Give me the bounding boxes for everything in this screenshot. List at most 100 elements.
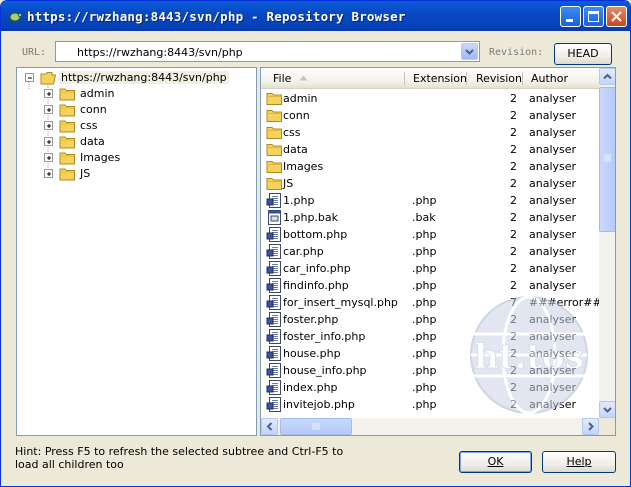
file-row[interactable]: house_info.php .php 2 analyser <box>261 362 601 379</box>
tree-expand-toggle[interactable] <box>44 105 53 114</box>
folder-icon <box>59 104 75 117</box>
tree-node-label[interactable]: css <box>80 119 98 132</box>
file-name[interactable]: Images <box>283 160 323 173</box>
file-row[interactable]: car.php .php 2 analyser <box>261 243 601 260</box>
file-name[interactable]: bottom.php <box>283 228 347 241</box>
file-row[interactable]: house.php .php 2 analyser <box>261 345 601 362</box>
tree-node-label[interactable]: Images <box>80 151 120 164</box>
sort-ascending-icon <box>299 75 308 81</box>
tree-expand-toggle[interactable] <box>44 137 53 146</box>
file-row[interactable]: index.php .php 2 analyser <box>261 379 601 396</box>
tree-node-label[interactable]: conn <box>80 103 107 116</box>
column-header-file[interactable]: File <box>261 68 405 89</box>
file-row[interactable]: Images 2 analyser <box>261 158 601 175</box>
file-revision: 7 <box>510 296 517 309</box>
file-row[interactable]: car_info.php .php 2 analyser <box>261 260 601 277</box>
file-row[interactable]: css 2 analyser <box>261 124 601 141</box>
chevron-down-icon <box>603 407 612 413</box>
tree-expand-toggle[interactable] <box>44 89 53 98</box>
scroll-left-button[interactable] <box>261 418 278 435</box>
scroll-down-button[interactable] <box>599 401 615 418</box>
revision-head-button[interactable]: HEAD <box>554 43 612 65</box>
horizontal-scroll-thumb[interactable] <box>280 418 352 435</box>
title-bar[interactable]: https://rwzhang:8443/svn/php - Repositor… <box>1 1 630 31</box>
file-extension: .bak <box>412 211 436 224</box>
plus-icon <box>47 172 51 176</box>
file-row[interactable]: foster_info.php .php 2 analyser <box>261 328 601 345</box>
file-name[interactable]: invitejob.php <box>283 398 355 411</box>
file-row[interactable]: findinfo.php .php 2 analyser <box>261 277 601 294</box>
php-file-icon <box>266 244 281 259</box>
file-row[interactable]: admin 2 analyser <box>261 90 601 107</box>
file-row[interactable]: JS 2 analyser <box>261 175 601 192</box>
file-row[interactable]: foster.php .php 2 analyser <box>261 311 601 328</box>
file-row[interactable]: 1.php .php 2 analyser <box>261 192 601 209</box>
tree-node-label[interactable]: JS <box>80 167 90 180</box>
file-name[interactable]: 1.php <box>283 194 314 207</box>
vertical-scrollbar[interactable] <box>599 68 615 418</box>
tree-expand-toggle[interactable] <box>44 169 53 178</box>
scroll-right-button[interactable] <box>582 418 599 435</box>
close-window-button[interactable] <box>606 6 627 27</box>
window-title: https://rwzhang:8443/svn/php - Repositor… <box>27 9 406 24</box>
file-row[interactable]: conn 2 analyser <box>261 107 601 124</box>
grip-icon <box>312 423 320 430</box>
url-dropdown-button[interactable] <box>461 43 478 60</box>
column-header-extension[interactable]: Extension <box>405 68 467 89</box>
folder-icon <box>59 136 75 149</box>
file-extension: .php <box>412 296 437 309</box>
file-name[interactable]: JS <box>283 177 293 190</box>
file-row[interactable]: for_insert_mysql.php .php 7 ###error### <box>261 294 611 311</box>
php-file-icon <box>266 380 281 395</box>
maximize-button[interactable] <box>583 6 604 27</box>
file-name[interactable]: admin <box>283 92 317 105</box>
file-row[interactable]: invitejob.php .php 2 analyser <box>261 396 601 413</box>
file-name[interactable]: foster_info.php <box>283 330 365 343</box>
file-name[interactable]: house_info.php <box>283 364 367 377</box>
maximize-icon <box>588 11 599 22</box>
file-author: analyser <box>529 245 577 258</box>
tree-root-label[interactable]: https://rwzhang:8443/svn/php <box>59 71 229 84</box>
tree-node-label[interactable]: data <box>80 135 105 148</box>
file-name[interactable]: for_insert_mysql.php <box>283 296 398 309</box>
minimize-button[interactable] <box>560 6 581 27</box>
file-row[interactable]: data 2 analyser <box>261 141 601 158</box>
file-list[interactable]: File Extension Revision Author admin 2 ana… <box>260 67 616 436</box>
file-revision: 2 <box>510 92 517 105</box>
file-name[interactable]: foster.php <box>283 313 338 326</box>
vertical-scroll-thumb[interactable] <box>599 87 615 232</box>
url-value[interactable]: https://rwzhang:8443/svn/php <box>77 46 243 59</box>
url-combobox[interactable]: https://rwzhang:8443/svn/php <box>55 41 480 62</box>
file-name[interactable]: css <box>283 126 301 139</box>
tree-expand-toggle[interactable] <box>44 153 53 162</box>
horizontal-scrollbar[interactable] <box>261 418 599 435</box>
column-header-author[interactable]: Author <box>523 68 599 89</box>
file-author: analyser <box>529 398 577 411</box>
repository-tree[interactable]: https://rwzhang:8443/svn/php admin conn cs… <box>16 67 257 436</box>
file-name[interactable]: index.php <box>283 381 338 394</box>
plus-icon <box>47 92 51 96</box>
file-name[interactable]: data <box>283 143 308 156</box>
column-header-revision[interactable]: Revision <box>467 68 523 89</box>
url-label: URL: <box>22 47 47 58</box>
folder-icon <box>266 127 282 139</box>
file-row[interactable]: 1.php.bak .bak 2 analyser <box>261 209 601 226</box>
file-extension: .php <box>412 228 437 241</box>
tree-expand-toggle[interactable] <box>44 121 53 130</box>
file-author: analyser <box>529 228 577 241</box>
file-row[interactable]: bottom.php .php 2 analyser <box>261 226 601 243</box>
scroll-up-button[interactable] <box>599 68 615 85</box>
file-revision: 2 <box>510 160 517 173</box>
file-name[interactable]: house.php <box>283 347 341 360</box>
file-name[interactable]: findinfo.php <box>283 279 349 292</box>
file-name[interactable]: car_info.php <box>283 262 351 275</box>
tree-collapse-toggle[interactable] <box>25 73 34 82</box>
file-name[interactable]: 1.php.bak <box>283 211 338 224</box>
help-button[interactable]: Help <box>542 451 616 473</box>
php-file-icon <box>266 193 281 208</box>
file-name[interactable]: conn <box>283 109 310 122</box>
chevron-left-icon <box>266 422 273 431</box>
tree-node-label[interactable]: admin <box>80 87 114 100</box>
file-name[interactable]: car.php <box>283 245 324 258</box>
ok-button[interactable]: OK <box>459 451 532 473</box>
